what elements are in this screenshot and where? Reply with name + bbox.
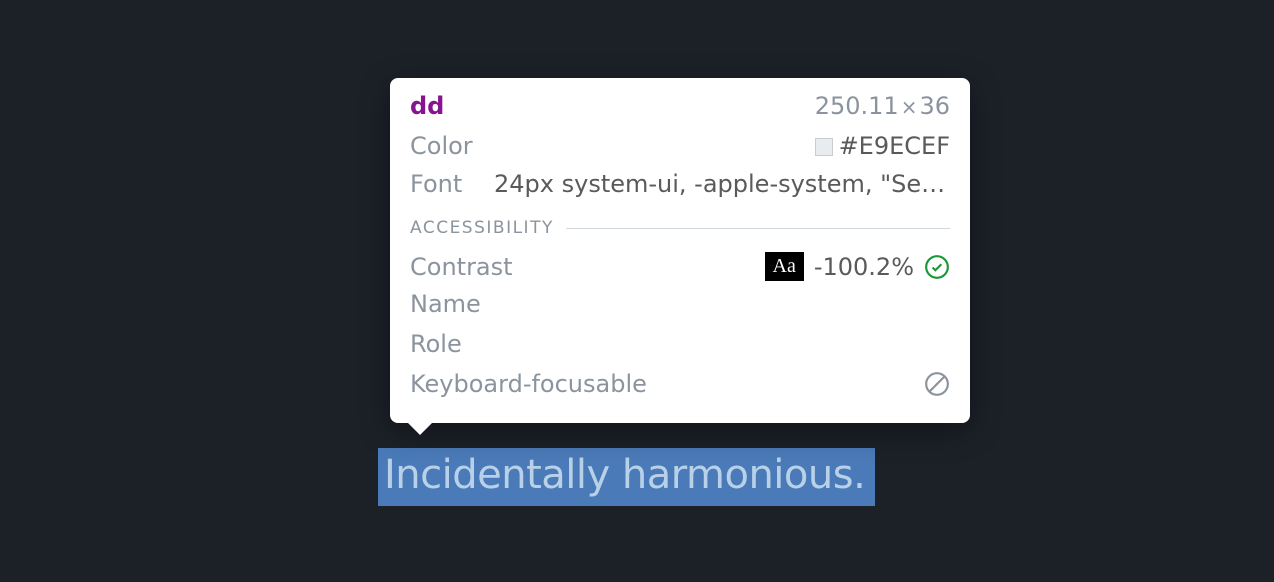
contrast-row: Contrast Aa -100.2% bbox=[410, 252, 950, 281]
role-row: Role bbox=[410, 327, 950, 361]
element-tag-name: dd bbox=[410, 92, 444, 120]
element-height: 36 bbox=[919, 92, 950, 120]
dimensions-separator: × bbox=[901, 95, 918, 119]
inspected-element-text: Incidentally harmonious. bbox=[384, 452, 865, 498]
contrast-label: Contrast bbox=[410, 253, 513, 281]
accessibility-section-divider: ACCESSIBILITY bbox=[410, 218, 950, 238]
color-value: #E9ECEF bbox=[839, 132, 950, 160]
keyboard-focusable-label: Keyboard-focusable bbox=[410, 370, 647, 398]
contrast-sample-badge: Aa bbox=[765, 252, 804, 281]
element-width: 250.11 bbox=[815, 92, 899, 120]
font-value: 24px system-ui, -apple-system, "Segoe… bbox=[494, 170, 950, 198]
accessibility-section-title: ACCESSIBILITY bbox=[410, 218, 554, 238]
element-inspector-tooltip: dd 250.11×36 Color #E9ECEF Font 24px sys… bbox=[390, 78, 970, 423]
role-label: Role bbox=[410, 330, 462, 358]
tooltip-header: dd 250.11×36 bbox=[410, 92, 950, 120]
color-value-container: #E9ECEF bbox=[482, 132, 950, 160]
inspected-element[interactable]: Incidentally harmonious. bbox=[378, 448, 875, 506]
check-circle-icon bbox=[924, 254, 950, 280]
keyboard-focusable-row: Keyboard-focusable bbox=[410, 367, 950, 401]
tooltip-arrow-icon bbox=[406, 421, 434, 435]
color-property-row: Color #E9ECEF bbox=[410, 130, 950, 162]
element-dimensions: 250.11×36 bbox=[815, 92, 950, 120]
font-label: Font bbox=[410, 170, 482, 198]
contrast-value-group: Aa -100.2% bbox=[765, 252, 951, 281]
contrast-value: -100.2% bbox=[814, 253, 914, 281]
name-label: Name bbox=[410, 290, 481, 318]
section-divider-line bbox=[566, 228, 950, 229]
color-label: Color bbox=[410, 132, 482, 160]
name-row: Name bbox=[410, 287, 950, 321]
color-swatch-icon bbox=[815, 138, 833, 156]
not-available-icon bbox=[924, 371, 950, 397]
font-property-row: Font 24px system-ui, -apple-system, "Seg… bbox=[410, 168, 950, 200]
